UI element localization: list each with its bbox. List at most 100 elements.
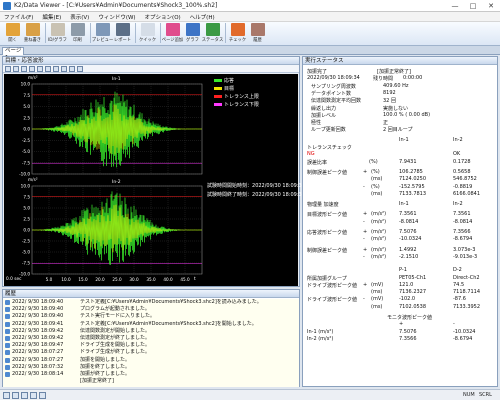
- x-tick: 20.0: [95, 277, 105, 282]
- history-title: 履歴: [3, 290, 299, 298]
- info-icon: [5, 307, 10, 313]
- run-status-body: 加振完了 [加振正常終了] 2022/09/30 18:09:34 残り時間 0:00:…: [303, 66, 497, 387]
- toolbar-button-6[interactable]: クイック: [138, 22, 157, 45]
- toolbar-button-11[interactable]: 履歴: [248, 22, 267, 45]
- history-time: 2022/ 9/30 18:09:47: [12, 342, 64, 349]
- graph-tool-settings-icon[interactable]: [61, 65, 67, 72]
- toolbar-button-7[interactable]: ページ追加: [162, 22, 183, 45]
- history-row[interactable]: 2022/ 9/30 18:08:14 加振が終了しました。: [3, 371, 299, 378]
- scroll-lock-indicator: SCRL: [479, 392, 492, 398]
- legend-target: 目標: [214, 85, 234, 92]
- legend-tol-lower: トレランス下限: [214, 101, 259, 108]
- menu-edit[interactable]: 編集(E): [42, 13, 61, 21]
- menu-options[interactable]: オプション(O): [145, 13, 181, 21]
- info-icon: [5, 321, 10, 327]
- toolbar-button-9[interactable]: ステータス: [202, 22, 223, 45]
- menu-help[interactable]: ヘルプ(H): [190, 13, 215, 21]
- toolbar-button-label: クイック: [138, 38, 157, 43]
- history-row[interactable]: 2022/ 9/30 18:09:47 ドライブ生成を開始しました。: [3, 342, 299, 349]
- peak-unit: (ms): [371, 176, 383, 183]
- graph-panel: 目標・応答波形 10.0 7.5 5.0 2.5 0.0 -2.5 -5.0 -7.5 -10.…: [2, 56, 305, 287]
- graph-tool-select-icon[interactable]: [5, 65, 11, 72]
- statusbar-button-3-icon[interactable]: [21, 392, 28, 399]
- statusbar-button-2-icon[interactable]: [12, 392, 19, 399]
- toolbar-button-3[interactable]: 印刷: [68, 22, 87, 45]
- history-row[interactable]: 2022/ 9/30 18:09:42 伝達関数測定が開始しました。: [3, 328, 299, 335]
- tab-page-1[interactable]: ページ1: [2, 47, 24, 61]
- toolbar-button-6-icon: [140, 23, 155, 36]
- toolbar-button-5[interactable]: レポート: [113, 22, 132, 45]
- graph-tool-print-icon[interactable]: [53, 65, 59, 72]
- minimize-button[interactable]: —: [446, 0, 464, 12]
- history-row[interactable]: 2022/ 9/30 18:07:27 ドライブ生成が終了しました。: [3, 349, 299, 356]
- graph-tool-grid-icon[interactable]: [37, 65, 43, 72]
- toolbar-button-4[interactable]: プレビュー: [92, 22, 113, 45]
- legend-target-label: 目標: [224, 86, 235, 92]
- graph-tool-cursor-icon[interactable]: [21, 65, 27, 72]
- history-row[interactable]: 2022/ 9/30 18:09:40 テスト実行モードに入りました。: [3, 313, 299, 320]
- history-list[interactable]: 2022/ 9/30 18:09:40 テスト定義[C:¥Users¥Admin¥…: [3, 299, 299, 387]
- toolbar-button-1-icon: [25, 23, 40, 36]
- ch2-y-tick: 7.5: [23, 195, 30, 200]
- statusbar-button-4-icon[interactable]: [30, 392, 37, 399]
- graph-tool-zoom-icon[interactable]: [13, 65, 19, 72]
- history-row[interactable]: 2022/ 9/30 18:07:27 加振を開始しました。: [3, 357, 299, 364]
- info-icon: [5, 350, 10, 356]
- close-button[interactable]: ✕: [482, 0, 500, 12]
- drive-peak-value-1: 121.0: [399, 281, 414, 288]
- graph-tool-copy-icon[interactable]: [45, 65, 51, 72]
- statusbar-button-1-icon[interactable]: [3, 392, 10, 399]
- menu-file[interactable]: ファイル(F): [4, 13, 33, 21]
- window-title: K2/Data Viewer - [C:¥Users¥Admin¥Documen…: [14, 2, 218, 9]
- graph-tool-scale-icon[interactable]: [29, 65, 35, 72]
- group-label: 物理量 加速度: [307, 202, 339, 209]
- history-message: ドライブ生成が終了しました。: [80, 349, 151, 356]
- history-panel: 履歴 2022/ 9/30 18:09:40 テスト定義[C:¥Users¥Adm…: [2, 289, 300, 387]
- ch1-y-tick: 2.5: [23, 115, 30, 120]
- remaining-time-label: 残り時間: [373, 76, 394, 83]
- menu-view[interactable]: 表示(V): [70, 13, 89, 21]
- peak-value-ch1: 1.4992: [399, 246, 417, 253]
- history-time: 2022/ 9/30 18:09:40: [12, 299, 64, 305]
- peak-value-ch1: -152.5795: [399, 183, 425, 190]
- history-row[interactable]: 2022/ 9/30 18:07:32 加振を終了しました。: [3, 364, 299, 371]
- ch1-y-tick: 0.0: [23, 127, 30, 132]
- drive-peak-value-2: 7133.3952: [453, 303, 481, 310]
- history-time: 2022/ 9/30 18:08:14: [12, 370, 64, 377]
- toolbar-button-0[interactable]: 開く: [3, 22, 22, 45]
- history-row[interactable]: [加振正常終了]: [3, 378, 299, 385]
- toolbar-button-1[interactable]: 重ね書き: [23, 22, 42, 45]
- graph-tool-export-icon[interactable]: [69, 65, 75, 72]
- menu-window[interactable]: ウィンドウ(W): [98, 13, 135, 21]
- toolbar-button-10[interactable]: チェック: [228, 22, 247, 45]
- history-time: 2022/ 9/30 18:09:40: [12, 313, 64, 320]
- history-row[interactable]: 2022/ 9/30 18:09:42 伝達関数測定が終了しました。: [3, 335, 299, 342]
- peak-sign: +: [363, 211, 368, 218]
- drive-header-2: D-2: [453, 267, 462, 274]
- toolbar-button-0-icon: [5, 23, 20, 36]
- drive-peak-unit: (ms): [371, 303, 383, 310]
- graph-tool-reset-icon[interactable]: [77, 65, 83, 72]
- waveform-graph[interactable]: 10.0 7.5 5.0 2.5 0.0 -2.5 -5.0 -7.5 -10.0 10.0 7.5…: [4, 74, 305, 286]
- run-status-panel: 実行ステータス 加振完了 [加振正常終了] 2022/09/30 18:09:34 残…: [302, 56, 498, 387]
- history-message: テスト定義[C:¥Users¥Admin¥Documents¥Shock3.sh…: [80, 320, 257, 327]
- info-icon: [5, 371, 10, 377]
- history-message: 伝達関数測定が開始しました。: [80, 327, 151, 334]
- x-axis-start: 0.0 sec: [6, 277, 22, 282]
- peak-value-ch2: -8.6794: [453, 236, 473, 243]
- channel-header-2: In-2: [453, 136, 463, 143]
- drive-peak-value-1: 7136.2327: [399, 289, 427, 296]
- toolbar-button-2[interactable]: ID/グラフ: [48, 22, 67, 45]
- history-row[interactable]: 2022/ 9/30 18:09:40 テスト定義[C:¥Users¥Admin¥…: [3, 299, 299, 306]
- statusbar-button-5-icon[interactable]: [39, 392, 46, 399]
- toolbar-button-8[interactable]: グラフ: [183, 22, 202, 45]
- history-row[interactable]: 2022/ 9/30 18:09:41 テスト定義[C:¥Users¥Admin¥…: [3, 321, 299, 328]
- history-time: 2022/ 9/30 18:07:27: [12, 349, 64, 356]
- maximize-button[interactable]: □: [464, 0, 482, 12]
- x-tick: 40.0: [163, 277, 173, 282]
- ch1-y-tick: 10.0: [21, 82, 31, 87]
- toolbar-button-label: ID/グラフ: [48, 38, 67, 43]
- peak-value-ch1: -10.0324: [399, 236, 422, 243]
- toolbar: 開く 重ね書き ID/グラフ 印刷 プレビュー レポート クイック ページ追加 グラフ ステータス…: [0, 22, 500, 46]
- monitor-header-minus: -: [453, 321, 455, 328]
